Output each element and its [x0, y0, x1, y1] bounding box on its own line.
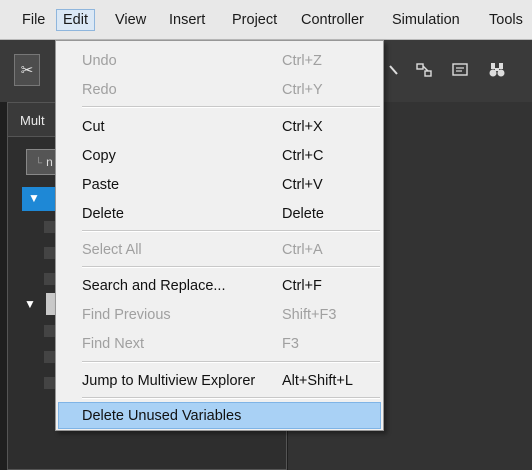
tree-item-icon [44, 247, 55, 259]
transfer-icon[interactable] [411, 54, 437, 86]
pane-title: Mult [20, 113, 45, 128]
menu-item-shortcut: Ctrl+X [282, 119, 323, 135]
menu-item-jump-to-multiview-explorer[interactable]: Jump to Multiview Explorer Alt+Shift+L [58, 368, 381, 394]
menu-item-label: Paste [82, 177, 120, 193]
menu-item-cut[interactable]: Cut Ctrl+X [58, 114, 381, 140]
expand-arrow-icon[interactable]: ▼ [24, 297, 36, 311]
menu-item-label: Delete Unused Variables [82, 408, 242, 424]
menu-item-label: Jump to Multiview Explorer [82, 373, 256, 389]
menu-file[interactable]: File [16, 9, 51, 31]
tree-item-icon [44, 273, 55, 285]
menu-item-shortcut: Ctrl+V [282, 177, 323, 193]
menu-view[interactable]: View [109, 9, 152, 31]
menu-item-label: Select All [82, 242, 142, 258]
menu-item-delete-unused-variables[interactable]: Delete Unused Variables [58, 402, 381, 429]
menu-bar: File Edit View Insert Project Controller… [0, 0, 532, 40]
menu-separator [82, 397, 380, 399]
menu-item-label: Find Next [82, 336, 145, 352]
tree-item-icon [44, 325, 55, 337]
menu-controller[interactable]: Controller [295, 9, 370, 31]
menu-item-copy[interactable]: Copy Ctrl+C [58, 143, 381, 169]
menu-insert[interactable]: Insert [163, 9, 211, 31]
menu-item-label: Search and Replace... [82, 278, 226, 294]
menu-item-search-and-replace[interactable]: Search and Replace... Ctrl+F [58, 273, 381, 299]
menu-separator [82, 106, 380, 108]
cut-icon[interactable]: ✂ [14, 54, 40, 86]
menu-simulation[interactable]: Simulation [386, 9, 466, 31]
menu-separator [82, 361, 380, 363]
menu-separator [82, 266, 380, 268]
tree-line-icon: └ [35, 158, 43, 169]
menu-item-undo[interactable]: Undo Ctrl+Z [58, 48, 381, 74]
menu-edit[interactable]: Edit [56, 9, 95, 31]
menu-item-shortcut: Alt+Shift+L [282, 373, 353, 389]
tree-item-icon [44, 221, 55, 233]
menu-project[interactable]: Project [226, 9, 283, 31]
menu-item-shortcut: F3 [282, 336, 299, 352]
menu-item-delete[interactable]: Delete Delete [58, 201, 381, 227]
menu-item-select-all[interactable]: Select All Ctrl+A [58, 237, 381, 263]
menu-separator [82, 230, 380, 232]
menu-item-shortcut: Delete [282, 206, 324, 222]
menu-item-label: Copy [82, 148, 116, 164]
menu-item-label: Find Previous [82, 307, 171, 323]
menu-item-shortcut: Ctrl+C [282, 148, 324, 164]
device-dropdown-value: n [46, 155, 53, 169]
menu-item-shortcut: Ctrl+F [282, 278, 322, 294]
menu-item-shortcut: Ctrl+Z [282, 53, 322, 69]
tree-item-icon [44, 377, 55, 389]
tree-item-icon [44, 351, 55, 363]
menu-item-paste[interactable]: Paste Ctrl+V [58, 172, 381, 198]
menu-tools[interactable]: Tools [483, 9, 529, 31]
edit-menu-dropdown: Undo Ctrl+Z Redo Ctrl+Y Cut Ctrl+X Copy … [55, 40, 384, 431]
menu-item-label: Delete [82, 206, 124, 222]
menu-item-redo[interactable]: Redo Ctrl+Y [58, 77, 381, 103]
menu-item-label: Undo [82, 53, 117, 69]
menu-item-find-next[interactable]: Find Next F3 [58, 331, 381, 357]
expand-arrow-icon[interactable]: ▼ [28, 191, 40, 205]
binoculars-icon[interactable] [484, 54, 510, 86]
menu-item-label: Redo [82, 82, 117, 98]
menu-item-shortcut: Ctrl+A [282, 242, 323, 258]
menu-item-label: Cut [82, 119, 105, 135]
cross-reference-icon[interactable] [447, 54, 473, 86]
menu-item-shortcut: Shift+F3 [282, 307, 337, 323]
menu-item-shortcut: Ctrl+Y [282, 82, 323, 98]
menu-item-find-previous[interactable]: Find Previous Shift+F3 [58, 302, 381, 328]
